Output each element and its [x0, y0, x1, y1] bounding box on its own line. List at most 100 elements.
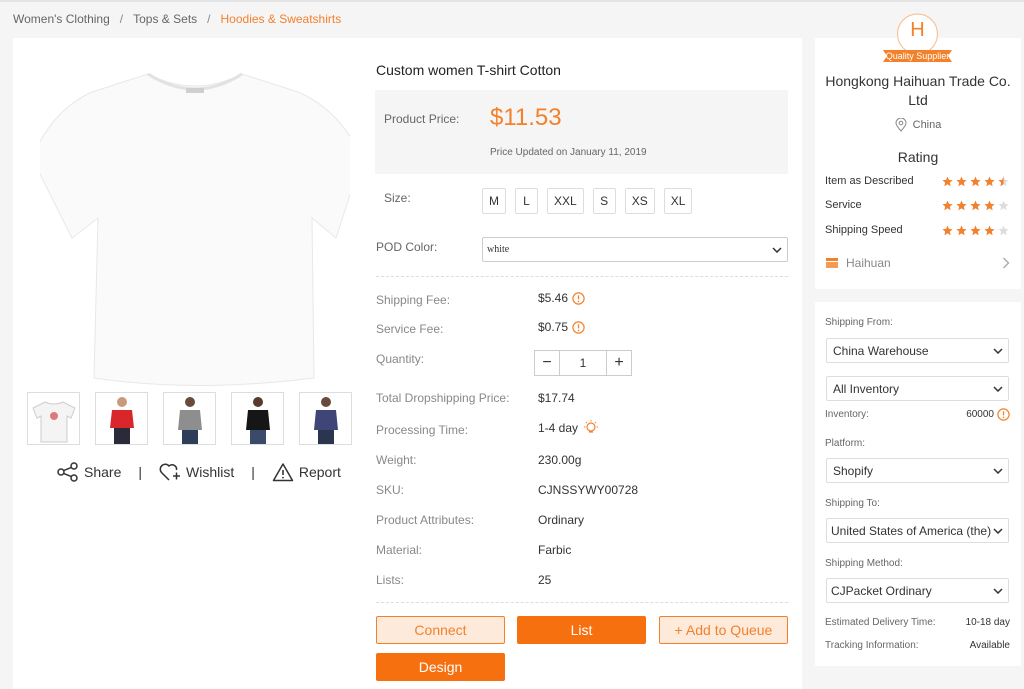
inventory-row: Inventory: 60000: [825, 408, 1010, 421]
rating-stars: [942, 176, 1009, 187]
size-option-xl[interactable]: XL: [663, 188, 693, 214]
inventory-select[interactable]: All Inventory: [826, 376, 1009, 401]
rating-service: Service: [825, 199, 1011, 211]
total-price: $17.74: [538, 391, 575, 405]
supplier-name[interactable]: Hongkong Haihuan Trade Co. Ltd: [815, 72, 1021, 110]
quantity-increase-button[interactable]: +: [607, 351, 631, 375]
breadcrumb-tops-sets[interactable]: Tops & Sets: [133, 12, 197, 26]
size-option-xs[interactable]: XS: [624, 188, 655, 214]
rating-title: Rating: [897, 149, 939, 165]
chevron-down-icon: [993, 527, 1003, 534]
rating-label: Item as Described: [825, 175, 914, 187]
report-label: Report: [298, 464, 341, 480]
star-icon: [998, 225, 1009, 235]
badge-text: Quality Supplier: [885, 51, 950, 61]
price-box: Product Price: $11.53 Price Updated on J…: [375, 90, 788, 174]
shipping-fee: $5.46: [538, 291, 569, 305]
thumbnail-red[interactable]: [95, 392, 148, 445]
size-option-l[interactable]: L: [515, 188, 538, 214]
total-price-label: Total Dropshipping Price:: [376, 391, 510, 405]
wishlist-button[interactable]: Wishlist: [159, 462, 234, 482]
shipping-to-select[interactable]: United States of America (the): [826, 518, 1009, 543]
inventory-value-wrap: 60000: [966, 408, 1010, 421]
quantity-label: Quantity:: [376, 352, 425, 366]
info-alert-icon[interactable]: [997, 408, 1010, 421]
star-icon: [956, 176, 967, 186]
breadcrumb-womens-clothing[interactable]: Women's Clothing: [13, 12, 110, 26]
store-link[interactable]: Haihuan: [825, 256, 1010, 270]
chevron-down-icon: [772, 246, 782, 253]
size-option-xxl[interactable]: XXL: [547, 188, 584, 214]
tracking-value: Available: [969, 640, 1010, 651]
chevron-right-icon: [1003, 257, 1010, 269]
size-label: Size:: [384, 191, 411, 205]
main-product-image: [40, 72, 350, 386]
color-select[interactable]: white: [482, 237, 788, 262]
share-icon: [57, 462, 78, 482]
size-option-m[interactable]: M: [482, 188, 506, 214]
report-button[interactable]: Report: [272, 462, 341, 482]
shipping-from-select[interactable]: China Warehouse: [826, 338, 1009, 363]
connect-button[interactable]: Connect: [376, 616, 505, 644]
platform-label: Platform:: [825, 438, 866, 449]
location-pin-icon: [895, 118, 907, 132]
badge-letter: H: [910, 19, 925, 41]
lists-value: 25: [538, 573, 552, 587]
quality-supplier-badge: H Quality Supplier: [880, 12, 955, 72]
platform-value: Shopify: [833, 463, 874, 478]
design-button[interactable]: Design: [376, 653, 505, 681]
star-icon: [956, 200, 967, 210]
rating-label: Shipping Speed: [825, 224, 903, 236]
star-icon: [970, 176, 981, 186]
thumbnail-navy[interactable]: [299, 392, 352, 445]
quantity-decrease-button[interactable]: −: [535, 351, 559, 375]
info-alert-icon[interactable]: [572, 291, 585, 305]
processing-time-value: 1-4 day: [538, 419, 600, 437]
shipping-method-select[interactable]: CJPacket Ordinary: [826, 578, 1009, 603]
breadcrumb-hoodies[interactable]: Hoodies & Sweatshirts: [221, 12, 342, 26]
chevron-down-icon: [993, 385, 1003, 392]
tracking-label: Tracking Information:: [825, 640, 919, 651]
info-alert-icon[interactable]: [572, 320, 585, 334]
list-button[interactable]: List: [517, 616, 646, 644]
material-label: Material:: [376, 543, 423, 557]
chevron-down-icon: [993, 467, 1003, 474]
divider: [376, 276, 788, 277]
store-icon: [826, 258, 838, 268]
color-label: POD Color:: [376, 240, 438, 254]
location-text: China: [912, 119, 942, 131]
star-icon: [970, 200, 981, 210]
processing-time-label: Processing Time:: [376, 423, 469, 437]
delivery-time-row: Estimated Delivery Time: 10-18 day: [825, 617, 1010, 628]
top-border: [0, 0, 1024, 2]
price-label: Product Price:: [384, 112, 460, 126]
service-fee-value: $0.75: [538, 320, 585, 334]
share-button[interactable]: Share: [57, 462, 121, 482]
sku-label: SKU:: [376, 483, 405, 497]
add-to-queue-button[interactable]: + Add to Queue: [659, 616, 788, 644]
sku-value: CJNSSYWY00728: [538, 483, 639, 497]
quantity-input[interactable]: 1: [559, 351, 607, 375]
service-fee-label: Service Fee:: [376, 322, 444, 336]
lists-label: Lists:: [376, 573, 405, 587]
rating-item-described: Item as Described: [825, 175, 1011, 187]
action-divider: |: [251, 464, 255, 480]
star-icon: [956, 225, 967, 235]
price-updated: Price Updated on January 11, 2019: [490, 147, 647, 158]
thumbnail-black[interactable]: [231, 392, 284, 445]
rating-stars: [942, 225, 1009, 236]
shipping-from-value: China Warehouse: [833, 343, 929, 358]
weight-value: 230.00g: [538, 453, 582, 467]
size-option-s[interactable]: S: [592, 188, 616, 214]
platform-select[interactable]: Shopify: [826, 458, 1009, 483]
delivery-time-label: Estimated Delivery Time:: [825, 617, 936, 628]
product-actions: Share | Wishlist | Report: [57, 462, 341, 482]
tracking-row: Tracking Information: Available: [825, 640, 1010, 651]
star-icon: [984, 225, 995, 235]
material-value: Farbic: [538, 543, 572, 557]
weight-label: Weight:: [376, 453, 417, 467]
thumbnail-gray[interactable]: [163, 392, 216, 445]
supplier-location: China: [815, 118, 1021, 132]
inventory-value: 60000: [966, 409, 994, 420]
thumbnail-white[interactable]: [27, 392, 80, 445]
